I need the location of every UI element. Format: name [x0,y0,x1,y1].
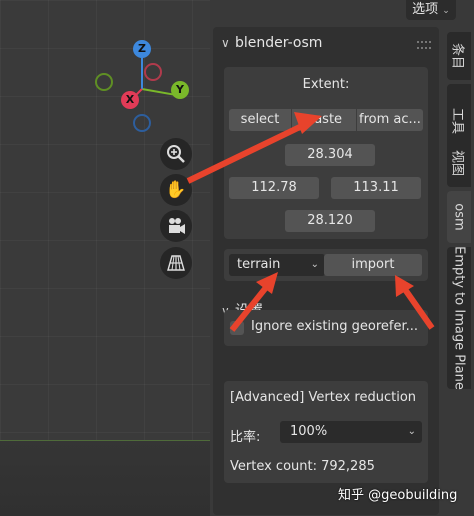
extent-right-field[interactable]: 113.11 [331,177,421,199]
3d-viewport[interactable]: Z Y X ✋ [0,0,210,516]
sidebar-panel: ∨ blender-osm Extent: select paste from a… [213,27,439,515]
data-type-dropdown[interactable]: terrain ⌄ [229,254,325,276]
pan-button[interactable]: ✋ [160,174,192,206]
vertex-reduction-box: [Advanced] Vertex reduction 比率: 100% ⌄ V… [224,381,428,483]
ratio-value: 100% [290,424,328,439]
select-extent-button[interactable]: select [229,109,291,131]
hand-pan-icon: ✋ [165,180,187,200]
options-label: 选项 [412,2,439,17]
perspective-toggle-button[interactable] [160,247,192,279]
tab-osm-label: osm [451,203,467,231]
tab-item-label: 条目 [449,42,465,70]
tab-tool-label: 工具 [449,107,465,135]
neg-y-axis-ball[interactable] [95,73,113,91]
neg-x-axis-ball[interactable] [144,63,162,81]
chevron-down-icon: ⌄ [407,426,416,437]
options-menu-button[interactable]: 选项 ⌄ [406,0,456,20]
paste-extent-button[interactable]: paste [292,109,356,131]
sidebar-tabs: 条目 工具 视图 osm Empty to Image Plane [445,27,474,515]
collapse-chevron-icon: ∨ [221,36,230,50]
z-axis-ball[interactable]: Z [133,40,151,58]
watermark: 知乎 @geobuilding [338,488,458,503]
chevron-down-icon: ⌄ [442,6,450,16]
extent-left-field[interactable]: 112.78 [229,177,319,199]
tab-item[interactable]: 条目 [447,32,471,80]
grid-perspective-icon [167,255,185,271]
ignore-georef-label: Ignore existing georefer... [251,319,419,334]
x-axis-ball[interactable]: X [121,91,139,109]
zoom-icon [167,145,185,163]
neg-z-axis-ball[interactable] [133,114,151,132]
chevron-down-icon: ⌄ [310,259,319,270]
ignore-georef-checkbox[interactable] [230,321,244,335]
ratio-dropdown[interactable]: 100% ⌄ [280,421,422,443]
camera-icon [169,218,185,234]
panel-title: blender-osm [235,35,323,51]
extent-bottom-field[interactable]: 28.120 [285,210,375,232]
tab-view-label: 视图 [449,149,465,177]
from-active-button[interactable]: from ac... [357,109,423,131]
vertex-count-label: Vertex count: 792,285 [230,459,375,474]
viewport-floor [0,440,210,516]
tab-osm[interactable]: osm [447,191,471,243]
vertex-reduction-title: [Advanced] Vertex reduction [230,390,417,405]
tab-empty-to-image-plane[interactable]: Empty to Image Plane [447,246,471,390]
import-row: terrain ⌄ import [224,249,428,281]
zoom-button[interactable] [160,138,192,170]
ignore-georef-row: Ignore existing georefer... [224,310,428,346]
y-axis-ball[interactable]: Y [171,81,189,99]
import-button[interactable]: import [324,254,422,276]
tab-empty-to-image-plane-label: Empty to Image Plane [451,246,467,390]
extent-top-field[interactable]: 28.304 [285,144,375,166]
tab-view[interactable]: 视图 [447,139,471,187]
ratio-label: 比率: [230,430,261,445]
data-type-value: terrain [237,257,281,272]
camera-button[interactable] [160,210,192,242]
panel-header[interactable]: ∨ blender-osm [213,27,439,59]
extent-box: Extent: select paste from ac... 28.304 1… [224,67,428,239]
extent-title: Extent: [302,77,350,92]
navigation-gizmo[interactable]: Z Y X [88,38,198,138]
drag-grip-icon[interactable] [417,41,431,49]
